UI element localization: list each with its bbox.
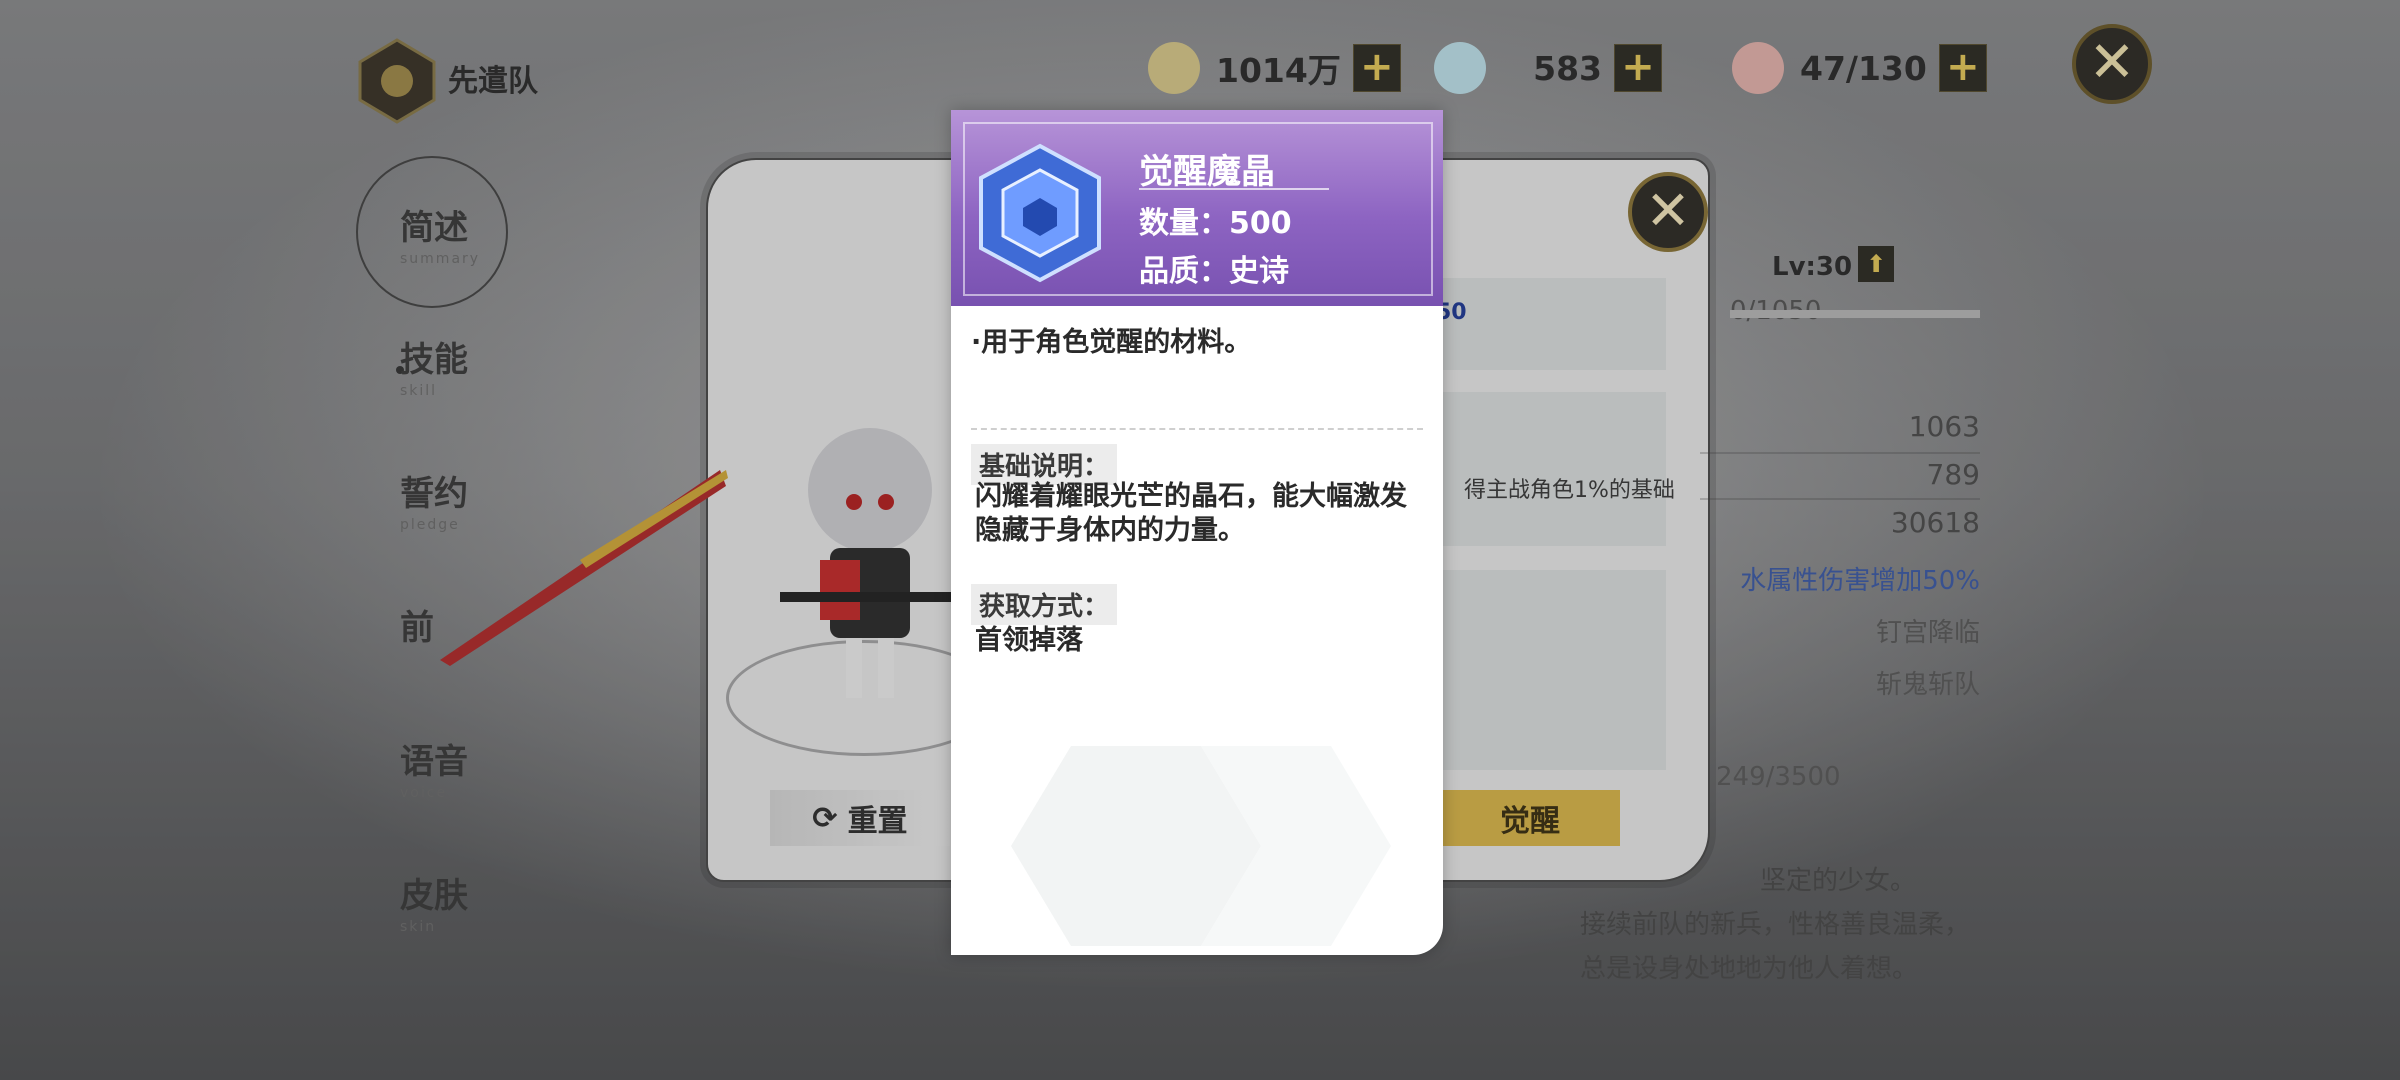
basic-title: 基础说明： (971, 444, 1118, 485)
item-usage: ·用于角色觉醒的材料。 (971, 327, 1252, 358)
item-tooltip: 觉醒魔晶 数量：500 品质：史诗 ·用于角色觉醒的材料。 基础说明： 闪耀着耀… (951, 110, 1443, 955)
watermark-icon (1011, 746, 1391, 946)
item-quantity: 数量：500 (1139, 206, 1292, 241)
item-name: 觉醒魔晶 (1139, 152, 1275, 192)
divider (971, 428, 1423, 430)
tooltip-body: ·用于角色觉醒的材料。 基础说明： 闪耀着耀眼光芒的晶石，能大幅激发隐藏于身体内… (951, 306, 1443, 955)
obtain-title: 获取方式： (971, 584, 1118, 625)
item-quality: 品质：史诗 (1139, 254, 1289, 289)
tooltip-header: 觉醒魔晶 数量：500 品质：史诗 (951, 110, 1443, 306)
obtain-text: 首领掉落 (975, 625, 1083, 656)
basic-text: 闪耀着耀眼光芒的晶石，能大幅激发隐藏于身体内的力量。 (975, 481, 1407, 546)
crystal-icon (979, 143, 1101, 283)
